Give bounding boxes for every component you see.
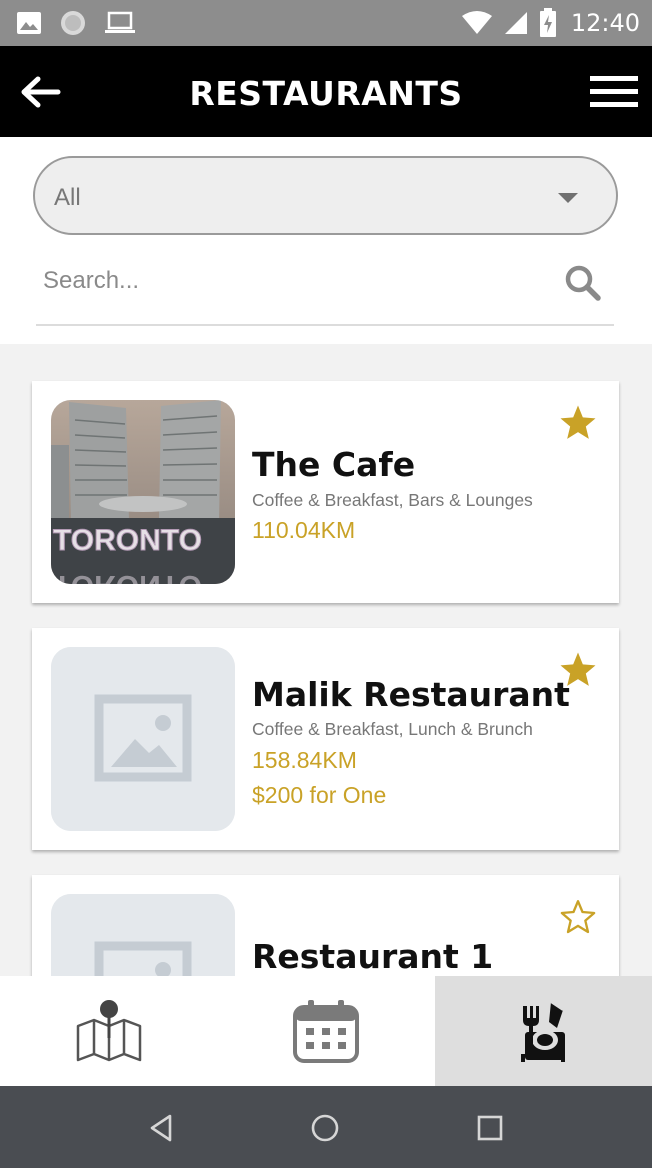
nav-restaurants[interactable] <box>435 976 652 1086</box>
restaurant-icon <box>520 1001 565 1062</box>
star-filled-icon[interactable] <box>558 650 598 690</box>
status-time: 12:40 <box>570 9 640 37</box>
search-input[interactable] <box>36 257 566 305</box>
category-select-value: All <box>54 184 81 211</box>
restaurant-distance: 158.84KM <box>252 747 357 773</box>
restaurant-card[interactable]: TORONTO TORONTO The Cafe Coffee & Breakf… <box>32 381 619 603</box>
filter-area: All <box>0 137 652 344</box>
restaurant-name[interactable]: The Cafe <box>252 445 415 484</box>
search-underline <box>36 324 614 326</box>
nav-map[interactable] <box>0 976 217 1086</box>
calendar-icon <box>292 1000 359 1063</box>
hamburger-menu-icon[interactable] <box>590 74 638 110</box>
system-home-icon[interactable] <box>309 1112 341 1144</box>
restaurant-card[interactable]: Restaurant 1 <box>32 875 619 976</box>
laptop-icon <box>105 11 135 33</box>
restaurant-price: $200 for One <box>252 782 387 808</box>
wifi-icon <box>461 11 492 34</box>
system-navigation-bar <box>0 1086 652 1168</box>
image-icon <box>17 12 41 34</box>
star-filled-icon[interactable] <box>558 403 598 443</box>
battery-charging-icon <box>539 8 556 37</box>
signal-icon <box>504 12 527 34</box>
page-title: RESTAURANTS <box>189 74 463 113</box>
svg-text:TORONTO: TORONTO <box>53 524 202 557</box>
restaurant-list[interactable]: TORONTO TORONTO The Cafe Coffee & Breakf… <box>0 344 652 976</box>
restaurant-distance: 110.04KM <box>252 517 356 543</box>
app-bar: RESTAURANTS <box>0 46 652 137</box>
restaurant-categories: Coffee & Breakfast, Bars & Lounges <box>252 490 533 510</box>
chevron-down-icon <box>558 193 578 203</box>
placeholder-image-icon <box>51 647 235 831</box>
category-select[interactable]: All <box>33 156 618 235</box>
restaurant-name[interactable]: Malik Restaurant <box>252 675 570 714</box>
placeholder-image-icon <box>51 894 235 976</box>
restaurant-name[interactable]: Restaurant 1 <box>252 937 493 976</box>
restaurant-photo: TORONTO TORONTO <box>51 400 235 584</box>
restaurant-card[interactable]: Malik Restaurant Coffee & Breakfast, Lun… <box>32 628 619 850</box>
bottom-navigation <box>0 976 652 1086</box>
nav-calendar[interactable] <box>217 976 434 1086</box>
svg-text:TORONTO: TORONTO <box>53 569 202 584</box>
system-back-icon[interactable] <box>146 1112 178 1144</box>
record-icon <box>61 11 85 35</box>
restaurant-categories: Coffee & Breakfast, Lunch & Brunch <box>252 719 533 739</box>
search-icon[interactable] <box>563 263 603 303</box>
map-icon <box>76 1000 141 1062</box>
star-outline-icon[interactable] <box>558 897 598 937</box>
system-recents-icon[interactable] <box>474 1112 506 1144</box>
status-bar: 12:40 <box>0 0 652 46</box>
